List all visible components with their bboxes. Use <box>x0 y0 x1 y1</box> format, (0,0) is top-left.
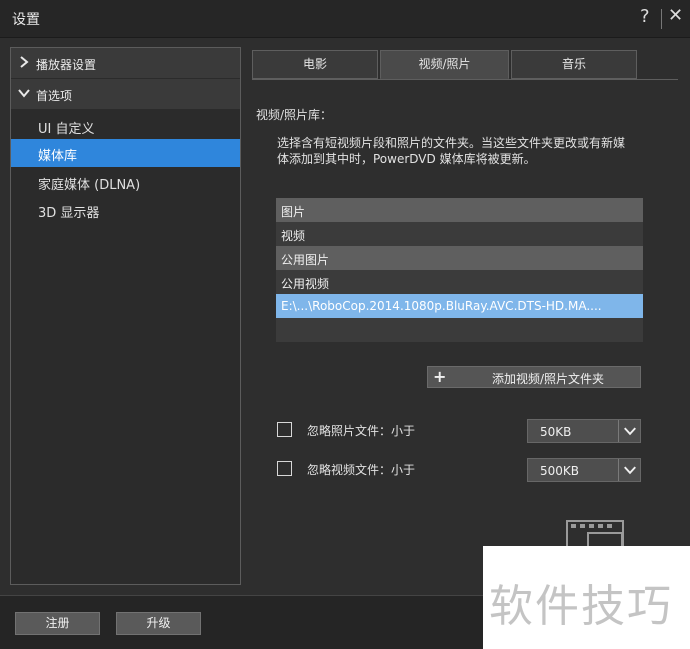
window-title: 设置 <box>12 12 40 28</box>
chevron-down-icon <box>618 459 636 481</box>
tab-baseline <box>252 79 678 80</box>
folder-list[interactable]: 图片 视频 公用图片 公用视频 E:\...\RoboCop.2014.1080… <box>276 198 643 342</box>
library-description-line2: 体添加到其中时，PowerDVD 媒体库将被更新。 <box>277 152 536 166</box>
ignore-video-label: 忽略视频文件：小于 <box>307 463 416 477</box>
add-folder-button[interactable]: + 添加视频/照片文件夹 <box>427 366 641 388</box>
register-button[interactable]: 注册 <box>15 612 100 635</box>
sidebar-item-ui-customize[interactable]: UI 自定义 <box>11 112 240 140</box>
help-icon[interactable]: ? <box>640 6 650 27</box>
sidebar-item-label: UI 自定义 <box>38 122 95 137</box>
titlebar-divider <box>661 9 662 29</box>
watermark: 软件技巧 <box>483 546 690 649</box>
folder-name: 视频 <box>281 229 306 243</box>
settings-sidebar: 播放器设置 首选项 UI 自定义 媒体库 家庭媒体 (DLNA) 3D 显示器 <box>10 47 241 585</box>
film-icon <box>566 520 624 548</box>
add-folder-label: 添加视频/照片文件夹 <box>492 372 605 386</box>
ignore-video-checkbox[interactable] <box>277 461 292 476</box>
photo-size-value: 50KB <box>540 425 572 439</box>
chevron-down-icon <box>18 89 30 98</box>
folder-name: 公用视频 <box>281 277 330 291</box>
ignore-photo-label: 忽略照片文件：小于 <box>307 424 416 438</box>
folder-name: E:\...\RoboCop.2014.1080p.BluRay.AVC.DTS… <box>281 299 602 313</box>
plus-icon: + <box>433 367 447 386</box>
sidebar-item-home-media[interactable]: 家庭媒体 (DLNA) <box>11 168 240 196</box>
sidebar-item-label: 家庭媒体 (DLNA) <box>38 178 141 193</box>
photo-size-select[interactable]: 50KB <box>527 419 641 443</box>
sidebar-item-label: 3D 显示器 <box>38 206 100 221</box>
upgrade-button[interactable]: 升级 <box>116 612 201 635</box>
sidebar-group-preferences[interactable]: 首选项 <box>11 79 240 109</box>
sidebar-item-3d-display[interactable]: 3D 显示器 <box>11 196 240 224</box>
library-description-line1: 选择含有短视频片段和照片的文件夹。当这些文件夹更改或有新媒 <box>277 136 626 150</box>
ignore-photo-checkbox[interactable] <box>277 422 292 437</box>
sidebar-item-media-library[interactable]: 媒体库 <box>11 139 240 167</box>
list-item[interactable]: 图片 <box>276 198 643 222</box>
tab-music[interactable]: 音乐 <box>511 50 637 79</box>
folder-name: 公用图片 <box>281 253 330 267</box>
list-item[interactable]: 视频 <box>276 222 643 246</box>
library-heading: 视频/照片库： <box>256 108 333 122</box>
sidebar-group-label: 播放器设置 <box>36 58 97 72</box>
chevron-down-icon <box>618 420 636 442</box>
video-size-select[interactable]: 500KB <box>527 458 641 482</box>
watermark-text: 软件技巧 <box>489 581 673 632</box>
list-item-selected[interactable]: E:\...\RoboCop.2014.1080p.BluRay.AVC.DTS… <box>276 294 643 318</box>
list-item[interactable]: 公用视频 <box>276 270 643 294</box>
list-item[interactable]: 公用图片 <box>276 246 643 270</box>
close-icon[interactable]: ✕ <box>668 5 683 26</box>
chevron-right-icon <box>20 56 29 68</box>
tab-movie[interactable]: 电影 <box>252 50 378 79</box>
folder-name: 图片 <box>281 205 306 219</box>
sidebar-group-label: 首选项 <box>36 89 73 103</box>
sidebar-group-player-settings[interactable]: 播放器设置 <box>11 48 240 78</box>
video-size-value: 500KB <box>540 464 580 478</box>
sidebar-item-label: 媒体库 <box>38 149 78 164</box>
tab-video-photo[interactable]: 视频/照片 <box>380 50 509 79</box>
title-bar: 设置 ? ✕ <box>0 0 690 38</box>
